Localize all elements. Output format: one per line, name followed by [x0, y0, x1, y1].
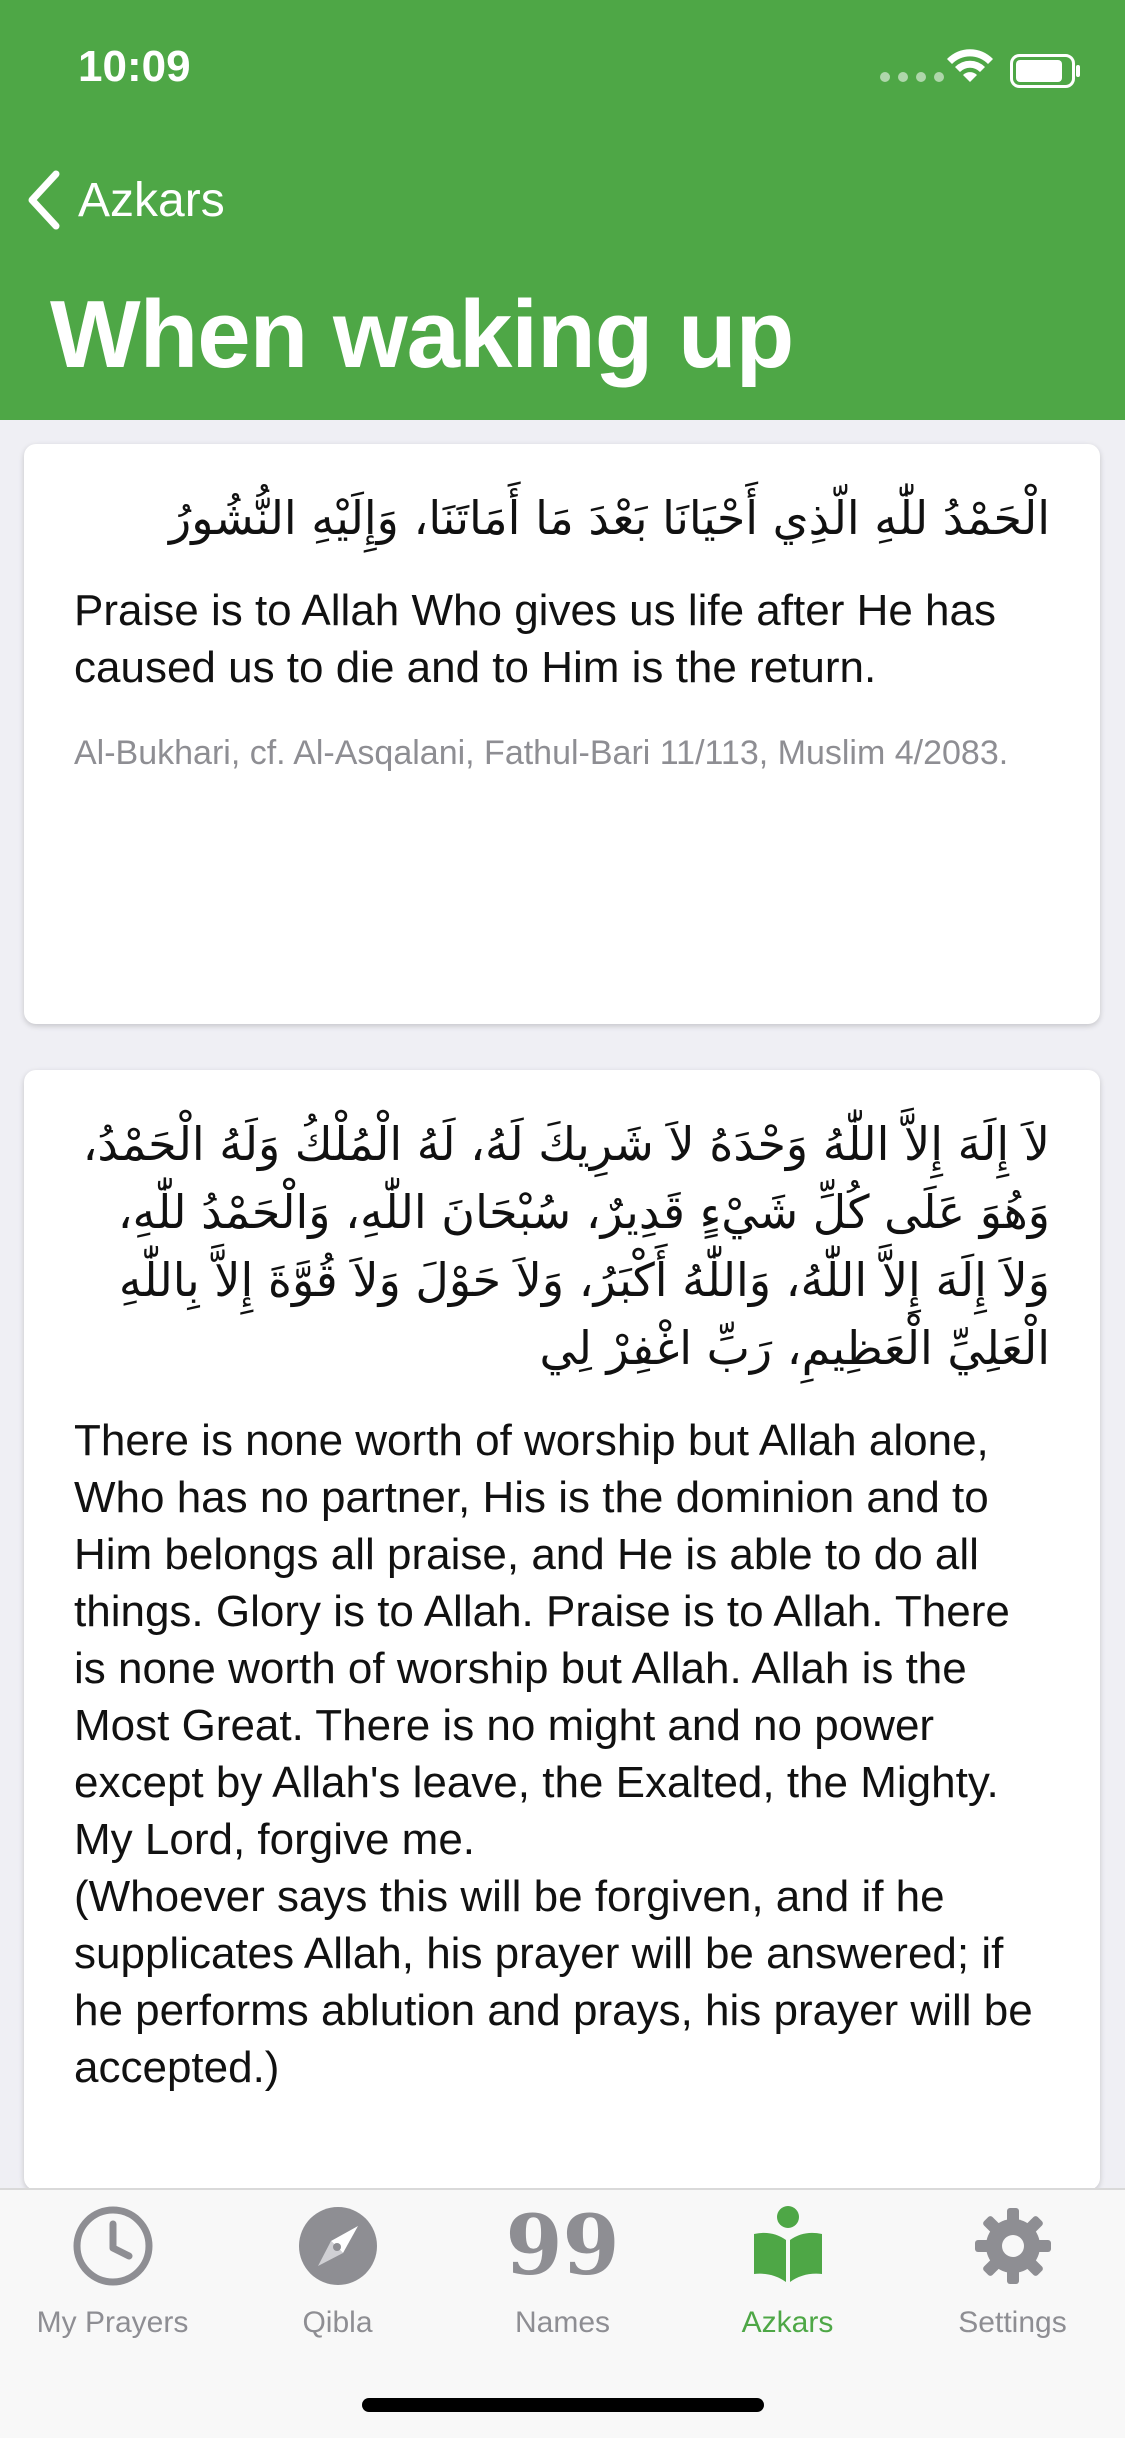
cellular-signal-icon: [880, 72, 944, 82]
tab-label: Names: [514, 2306, 611, 2339]
navigation-header: 10:09 Azkars When waking up: [0, 0, 1125, 420]
reading-person-icon: [753, 2206, 822, 2282]
translation-text: There is none worth of worship but Allah…: [74, 1416, 1033, 2092]
battery-icon: [1010, 54, 1080, 88]
arabic-text: لاَ إِلَهَ إِلاَّ اللّٰهُ وَحْدَهُ لاَ ش…: [82, 1117, 1050, 1375]
azkar-card[interactable]: لاَ إِلَهَ إِلاَّ اللّٰهُ وَحْدَهُ لاَ ش…: [24, 1070, 1100, 2190]
compass-icon: [298, 2207, 377, 2285]
tab-settings[interactable]: Settings: [900, 2204, 1125, 2374]
chevron-left-icon: [28, 170, 60, 230]
back-button[interactable]: Azkars: [24, 160, 225, 240]
tab-my-prayers[interactable]: My Prayers: [0, 2204, 225, 2374]
tab-label: My Prayers: [36, 2306, 189, 2339]
page-title: When waking up: [50, 281, 794, 388]
tab-names[interactable]: 99 Names: [450, 2204, 675, 2374]
tab-label: Qibla: [302, 2306, 373, 2339]
wifi-icon: [947, 49, 993, 82]
status-time: 10:09: [78, 42, 191, 91]
translation-text: Praise is to Allah Who gives us life aft…: [74, 586, 996, 692]
gear-icon: [974, 2208, 1051, 2284]
99-icon: 99: [505, 2198, 620, 2294]
reference-text: Al-Bukhari, cf. Al-Asqalani, Fathul-Bari…: [74, 734, 1009, 772]
tab-azkars[interactable]: Azkars: [675, 2204, 900, 2374]
tab-label: Settings: [958, 2306, 1067, 2339]
clock-icon: [73, 2206, 152, 2286]
back-label: Azkars: [78, 173, 225, 227]
tab-qibla[interactable]: Qibla: [225, 2204, 450, 2374]
home-indicator: [362, 2398, 764, 2412]
tab-label: Azkars: [741, 2306, 834, 2339]
azkar-card[interactable]: الْحَمْدُ للّٰهِ الّذِي أَحْيَانَا بَعْد…: [24, 444, 1100, 1024]
arabic-text: الْحَمْدُ للّٰهِ الّذِي أَحْيَانَا بَعْد…: [168, 491, 1050, 545]
